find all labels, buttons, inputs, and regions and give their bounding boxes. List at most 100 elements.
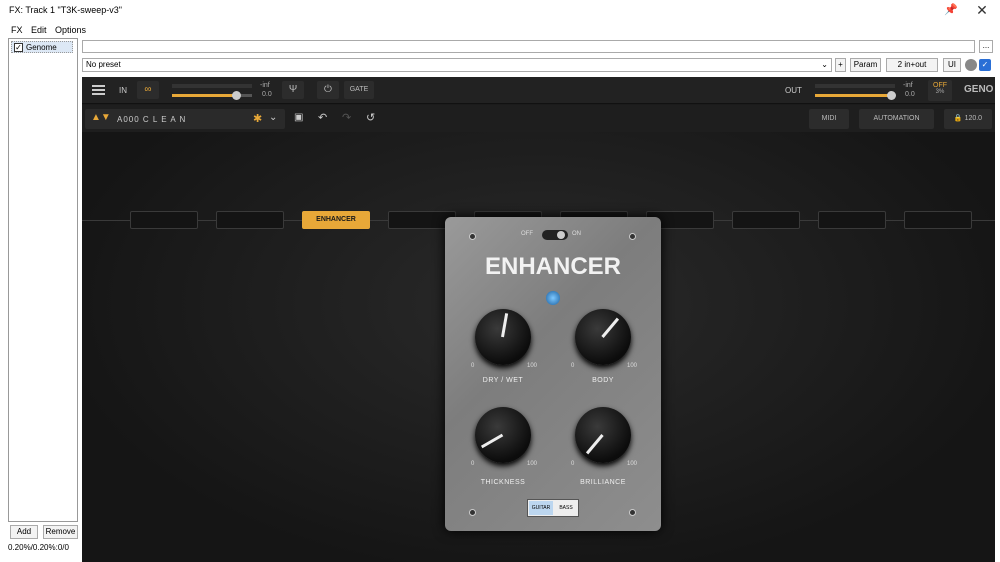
slider-thumb[interactable] [887,91,896,100]
knob-brilliance[interactable] [575,407,631,463]
knob-indicator [501,313,509,338]
knob-indicator [601,317,620,338]
chain-slot-9[interactable] [818,211,886,229]
chevron-down-icon[interactable]: ⌄ [269,112,277,123]
title-bar: FX: Track 1 "T3K-sweep-v3" 📌 ✕ [0,0,1000,22]
knob-min: 0 [471,461,475,467]
chain-slot-enhancer[interactable]: ENHANCER [302,211,370,229]
knob-indicator [585,434,604,455]
tuner-fork-icon[interactable]: Ψ [282,81,304,99]
save-icon[interactable]: ▣ [294,112,303,123]
close-icon[interactable]: ✕ [972,2,992,18]
off-value: 3% [935,89,945,95]
knob-indicator [480,433,504,449]
screw-icon [629,509,636,516]
output-gain-slider[interactable] [815,91,896,100]
switch-off-label: OFF [521,231,533,237]
in-level-peak: -inf [260,82,270,89]
window-title: FX: Track 1 "T3K-sweep-v3" [9,5,122,15]
preset-dropdown[interactable]: No preset ⌄ [82,58,832,72]
pedal-title: ENHANCER [484,253,621,280]
chain-slot-10[interactable] [904,211,972,229]
cpu-status: 0.20%/0.20%:0/0 [8,543,69,552]
plugin-top-bar: IN ∞ -inf 0.0 Ψ ⏻ GATE OUT -inf 0.0 OFF … [82,77,995,104]
hamburger-menu-icon[interactable] [92,85,105,95]
input-meter [172,84,252,88]
preset-toolbar: ▲▼ A000 C L E A N ✱ ⌄ ▣ ↶ ↷ ↺ MIDI AUTOM… [82,105,995,132]
automation-button[interactable]: AUTOMATION [859,109,934,129]
more-button[interactable]: ... [979,40,993,53]
fx-chain-list[interactable]: ✓ Genome [8,38,78,522]
output-meter [815,84,895,88]
redo-icon[interactable]: ↷ [342,111,351,124]
knob-min: 0 [571,363,575,369]
fx-item-genome[interactable]: ✓ Genome [11,41,73,53]
knob-min: 0 [471,363,475,369]
knob-label: THICKNESS [480,479,526,486]
mode-guitar[interactable]: GUITAR [529,501,553,515]
power-toggle-switch[interactable] [542,230,568,240]
lock-icon: 🔒 [953,115,963,122]
preset-label: No preset [86,60,121,69]
ui-button[interactable]: UI [943,58,961,72]
link-icon[interactable]: ∞ [137,81,159,99]
chain-slot-1[interactable] [130,211,198,229]
mode-bass[interactable]: BASS [554,501,578,515]
history-icon[interactable]: ↺ [366,111,375,124]
menu-options[interactable]: Options [55,25,86,35]
switch-on-label: ON [572,231,581,237]
tempo-value: 120.0 [964,115,983,122]
add-button[interactable]: Add [10,525,38,539]
knob-min: 0 [571,461,575,467]
enabled-checkbox[interactable]: ✓ [14,43,23,52]
undo-icon[interactable]: ↶ [318,111,327,124]
add-preset-button[interactable]: + [835,58,846,72]
pin-icon[interactable]: 📌 [944,3,958,17]
knob-thickness[interactable] [475,407,531,463]
slider-fill [815,94,891,97]
menu-fx[interactable]: FX [11,25,23,35]
input-gain-slider[interactable] [172,91,252,100]
remove-button[interactable]: Remove [43,525,78,539]
gate-button[interactable]: GATE [344,81,374,99]
preset-selector[interactable]: ▲▼ A000 C L E A N ✱ ⌄ [85,109,285,129]
bypass-checkbox[interactable]: ✓ [979,59,991,71]
brand-logo: GENO [964,84,994,95]
tempo-display[interactable]: 🔒 120.0 [944,109,992,129]
knob-max: 100 [527,363,538,369]
out-label: OUT [785,86,802,95]
chain-slot-8[interactable] [732,211,800,229]
midi-button[interactable]: MIDI [809,109,849,129]
off-label: OFF [933,82,947,89]
knob-label: BRILLIANCE [580,479,626,486]
preset-nav-arrows-icon[interactable]: ▲▼ [91,112,111,123]
out-level-value: 0.0 [905,91,915,98]
menu-edit[interactable]: Edit [31,25,47,35]
knob-max: 100 [627,461,638,467]
knob-dry-wet[interactable] [475,309,531,365]
io-button[interactable]: 2 in+out [886,58,938,72]
knob-body[interactable] [575,309,631,365]
power-icon[interactable]: ⏻ [317,81,339,99]
knob-label: BODY [592,377,614,384]
oversampling-button[interactable]: OFF 3% [928,80,952,101]
search-field[interactable] [82,40,975,53]
in-level-value: 0.0 [262,91,272,98]
menu-bar: FX Edit Options [0,22,1000,38]
status-led [546,291,560,305]
in-label: IN [119,86,127,95]
fx-item-label: Genome [26,43,57,52]
out-level-peak: -inf [903,82,913,89]
plugin-ui: IN ∞ -inf 0.0 Ψ ⏻ GATE OUT -inf 0.0 OFF … [82,77,995,562]
asterisk-icon: ✱ [253,113,263,125]
screw-icon [469,509,476,516]
chevron-down-icon: ⌄ [821,60,828,69]
param-button[interactable]: Param [850,58,881,72]
knob-label: DRY / WET [482,377,524,384]
chain-slot-2[interactable] [216,211,284,229]
knob-max: 100 [527,461,538,467]
mode-switch[interactable]: GUITAR BASS [527,499,579,517]
globe-icon[interactable] [965,59,977,71]
slider-fill [172,94,236,97]
slider-thumb[interactable] [232,91,241,100]
